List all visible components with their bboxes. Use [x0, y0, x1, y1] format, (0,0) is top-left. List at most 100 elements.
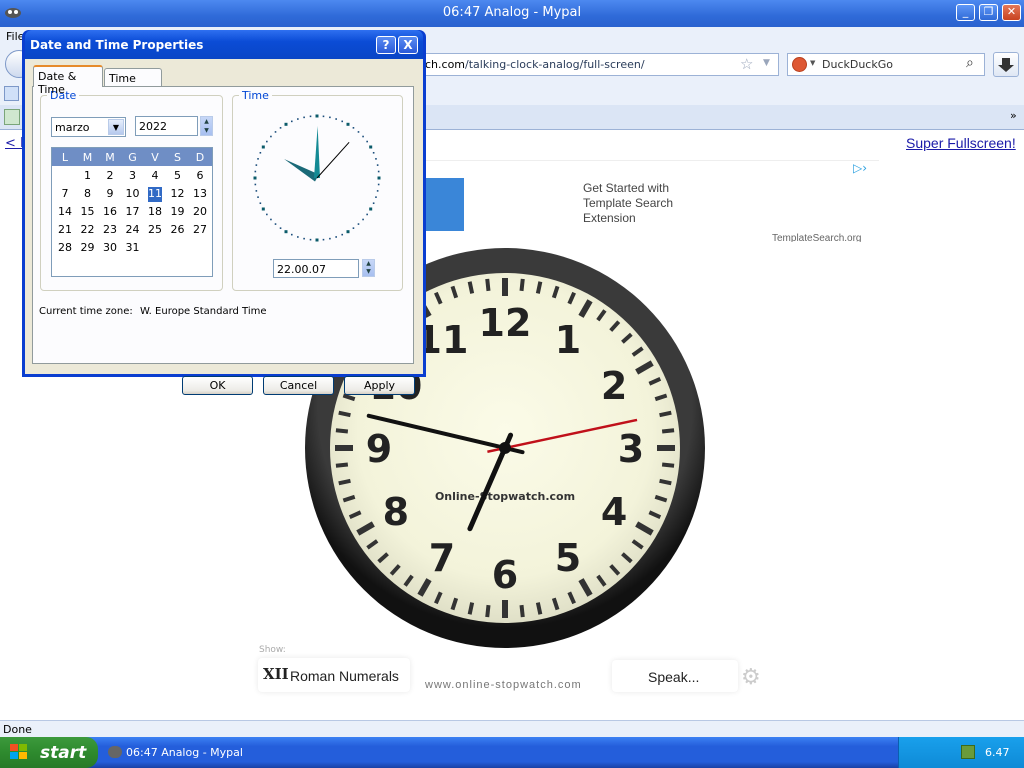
calendar-day[interactable]: 3	[122, 169, 144, 184]
clock-tick	[661, 462, 675, 468]
search-box[interactable]: ▼ DuckDuckGo ⌕	[787, 53, 985, 76]
calendar-day[interactable]: 25	[144, 223, 166, 238]
dialog-close-button[interactable]: X	[398, 36, 418, 54]
ad-button[interactable]	[425, 178, 464, 231]
calendar-day[interactable]: 28	[54, 241, 76, 256]
cancel-button[interactable]: Cancel	[263, 376, 334, 395]
speak-button[interactable]: Speak...	[612, 660, 738, 692]
tab-favicon-icon[interactable]	[4, 109, 20, 125]
calendar-day[interactable]: 15	[77, 205, 99, 220]
dialog-clock-tick	[284, 230, 288, 234]
help-button[interactable]: ?	[376, 36, 396, 54]
calendar-day[interactable]: 5	[167, 169, 189, 184]
dialog-clock-tick	[357, 223, 360, 225]
calendar-day[interactable]: 20	[189, 205, 211, 220]
calendar-day[interactable]: 22	[77, 223, 99, 238]
tab-time-zone[interactable]: Time Zone	[104, 68, 162, 98]
calendar-day[interactable]: 1	[77, 169, 99, 184]
ok-button[interactable]: OK	[182, 376, 253, 395]
dialog-clock-tick	[376, 164, 379, 166]
ad-choices-icon[interactable]: ▷›	[853, 161, 867, 175]
tray-clock[interactable]: 6.47	[985, 746, 1010, 759]
calendar-day[interactable]: 31	[122, 241, 144, 256]
calendar-day[interactable]: 30	[99, 241, 121, 256]
gear-icon[interactable]: ⚙	[741, 665, 761, 690]
calendar-day[interactable]: 16	[99, 205, 121, 220]
dialog-clock-tick	[274, 131, 277, 133]
tab-overflow-icon[interactable]: »	[1010, 109, 1017, 122]
dialog-clock-tick	[297, 236, 299, 238]
calendar-day[interactable]: 29	[77, 241, 99, 256]
dialog-clock-tick	[335, 236, 337, 238]
calendar-day[interactable]: 2	[99, 169, 121, 184]
time-input[interactable]: 22.00.07	[273, 259, 359, 278]
spin-up-icon[interactable]: ▲	[201, 117, 212, 126]
calendar-day[interactable]: 12	[167, 187, 189, 202]
clock-brand: Online-Stopwatch.com	[435, 490, 575, 503]
calendar-day[interactable]: 24	[122, 223, 144, 238]
year-spinner[interactable]: ▲ ▼	[200, 116, 213, 136]
close-icon[interactable]: ✕	[1002, 4, 1021, 21]
super-fullscreen-link[interactable]: Super Fullscreen!	[906, 135, 1016, 151]
tray-network-icon[interactable]	[961, 745, 975, 759]
dialog-clock-tick	[255, 164, 258, 166]
ad-banner[interactable]: Get Started with Template Search Extensi…	[425, 160, 879, 242]
dialog-clock-tick	[270, 135, 272, 138]
year-input[interactable]: 2022	[135, 116, 198, 136]
dialog-clock-tick	[254, 183, 257, 186]
ad-text-line3: Extension	[583, 211, 636, 225]
time-spinner[interactable]: ▲ ▼	[362, 259, 375, 277]
clock-tick	[519, 604, 525, 618]
calendar-day[interactable]: 17	[122, 205, 144, 220]
chevron-down-icon[interactable]: ▼	[108, 119, 124, 135]
calendar-day[interactable]: 13	[189, 187, 211, 202]
start-button[interactable]: start	[0, 737, 98, 768]
tab-date-time[interactable]: Date & Time	[33, 65, 103, 96]
month-select[interactable]: marzo ▼	[51, 117, 126, 137]
calendar-day[interactable]: 14	[54, 205, 76, 220]
calendar-day[interactable]: 4	[144, 169, 166, 184]
roman-numerals-toggle[interactable]: XII Roman Numerals	[258, 658, 410, 692]
spin-down-icon[interactable]: ▼	[201, 126, 212, 135]
calendar-day[interactable]: 10	[122, 187, 144, 202]
calendar-day[interactable]: 9	[99, 187, 121, 202]
search-engine-dropdown-icon[interactable]: ▼	[810, 59, 815, 67]
time-spin-up-icon[interactable]: ▲	[363, 260, 374, 268]
dialog-clock-tick	[255, 190, 258, 192]
zoom-icon[interactable]	[4, 86, 19, 101]
calendar-day[interactable]: 6	[189, 169, 211, 184]
restore-icon[interactable]: ❐	[979, 4, 998, 21]
status-bar: Done	[0, 720, 1024, 737]
calendar-day-selected[interactable]: 11	[148, 187, 162, 202]
date-time-dialog: Date and Time Properties ? X Date & Time…	[22, 30, 426, 395]
dialog-clock-tick	[261, 145, 265, 149]
clock-tick	[338, 478, 351, 486]
dropdown-arrow-icon[interactable]: ▼	[763, 58, 770, 68]
duckduckgo-icon[interactable]	[792, 57, 807, 72]
calendar-day[interactable]: 26	[167, 223, 189, 238]
ad-domain: TemplateSearch.org	[772, 233, 862, 242]
taskbar-item-label: 06:47 Analog - Mypal	[126, 746, 243, 759]
calendar-day[interactable]: 27	[189, 223, 211, 238]
calendar-day[interactable]: 18	[144, 205, 166, 220]
bookmark-star-icon[interactable]: ☆	[740, 55, 753, 73]
minimize-icon[interactable]: _	[956, 4, 975, 21]
apply-button[interactable]: Apply	[344, 376, 415, 395]
weekday-header: M	[105, 151, 115, 164]
calendar-day[interactable]: 21	[54, 223, 76, 238]
url-bar[interactable]: ch.com/talking-clock-analog/full-screen/…	[412, 53, 779, 76]
taskbar-item[interactable]: 06:47 Analog - Mypal	[104, 740, 264, 766]
calendar-day[interactable]: 7	[54, 187, 76, 202]
calendar-day[interactable]: 8	[77, 187, 99, 202]
dialog-clock-tick	[309, 115, 312, 118]
window-title: 06:47 Analog - Mypal	[442, 5, 582, 20]
search-icon[interactable]: ⌕	[966, 55, 974, 71]
calendar-day[interactable]: 23	[99, 223, 121, 238]
calendar-day[interactable]: 19	[167, 205, 189, 220]
time-spin-down-icon[interactable]: ▼	[363, 268, 374, 276]
dialog-clock-tick	[270, 218, 272, 221]
dialog-clock-tick	[309, 238, 312, 241]
dialog-clock-tick	[266, 140, 268, 143]
url-host: ch.com	[425, 58, 466, 71]
download-button[interactable]	[993, 52, 1019, 77]
